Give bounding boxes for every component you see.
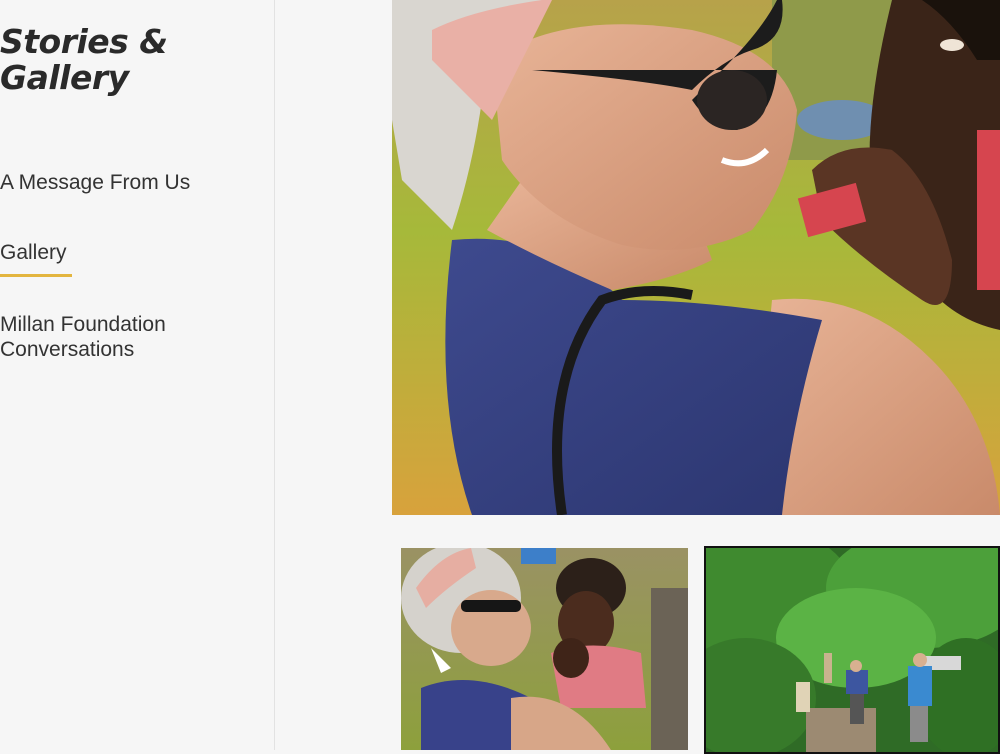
sidebar: Stories & Gallery A Message From Us Gall… [0, 0, 275, 750]
sidebar-item-gallery[interactable]: Gallery [0, 240, 67, 265]
photo-thumb-2-image [706, 548, 998, 752]
gallery-photo-thumb-1[interactable] [401, 548, 688, 750]
photo-thumb-1-image [401, 548, 688, 750]
gallery-photo-main[interactable] [392, 0, 1000, 515]
sidebar-item-message[interactable]: A Message From Us [0, 170, 190, 195]
photo-main-image [392, 0, 1000, 515]
active-underline [0, 274, 72, 277]
gallery-content [275, 0, 1000, 754]
page-title: Stories & Gallery [0, 22, 168, 97]
sidebar-item-conversations[interactable]: Millan Foundation Conversations [0, 312, 230, 362]
gallery-photo-thumb-2[interactable] [704, 546, 1000, 754]
